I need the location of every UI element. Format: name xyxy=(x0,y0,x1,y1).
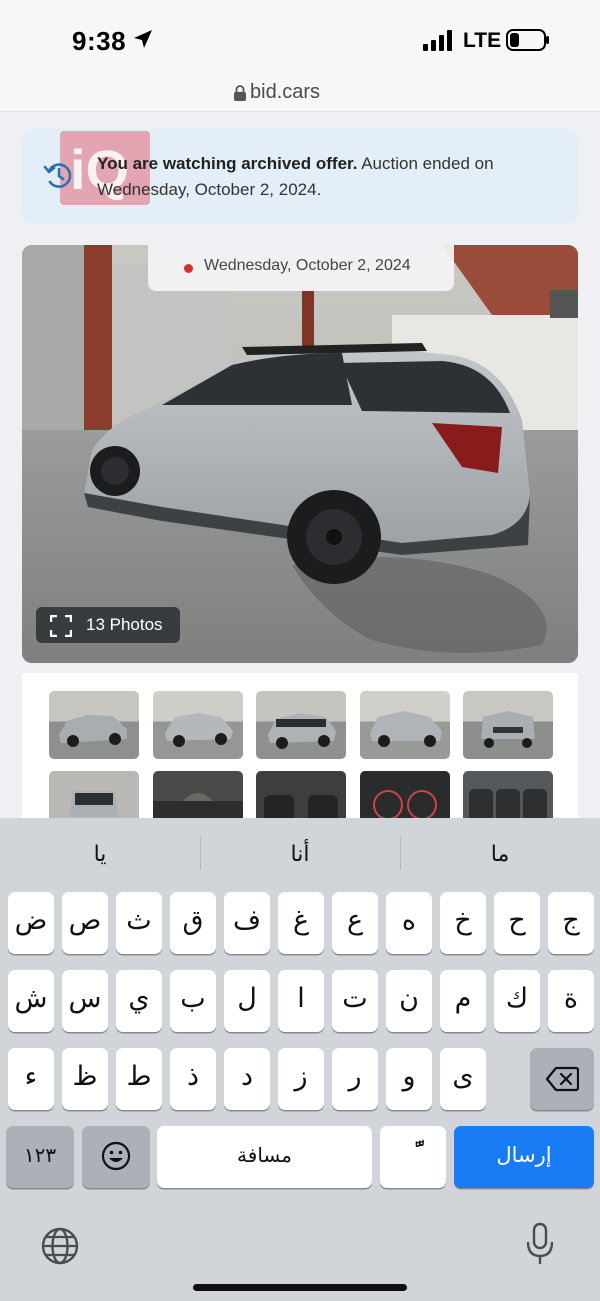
thumbnail-car xyxy=(481,711,535,748)
key[interactable]: ط xyxy=(116,1048,162,1110)
clock: 9:38 xyxy=(72,26,127,56)
thumbnail[interactable] xyxy=(256,691,346,759)
key[interactable]: ي xyxy=(116,970,162,1032)
suggestion-1[interactable]: يا xyxy=(0,842,200,867)
home-indicator[interactable] xyxy=(193,1284,407,1291)
key[interactable]: ق xyxy=(170,892,216,954)
key[interactable]: ش xyxy=(8,970,54,1032)
key[interactable]: ج xyxy=(548,892,594,954)
suggestion-3[interactable]: ما xyxy=(400,842,600,867)
thumbnail[interactable] xyxy=(463,691,553,759)
date-indicator-dot xyxy=(184,264,193,273)
backspace-key[interactable] xyxy=(530,1048,594,1110)
key[interactable]: غ xyxy=(278,892,324,954)
diacritic-key[interactable]: ًّ xyxy=(380,1126,446,1188)
key[interactable]: ك xyxy=(494,970,540,1032)
thumbnail-strip xyxy=(22,673,578,839)
key[interactable]: ظ xyxy=(62,1048,108,1110)
key[interactable]: و xyxy=(386,1048,432,1110)
thumbnail-car xyxy=(165,713,233,747)
status-bar: 9:38 LTE xyxy=(0,0,600,78)
key[interactable]: د xyxy=(224,1048,270,1110)
key[interactable]: س xyxy=(62,970,108,1032)
archived-notice: iQ You are watching archived offer. Auct… xyxy=(22,129,578,224)
key[interactable]: ن xyxy=(386,970,432,1032)
microphone-icon[interactable] xyxy=(525,1222,555,1266)
auction-date-chip: Wednesday, October 2, 2024 xyxy=(148,245,454,291)
photos-button[interactable]: 13 Photos xyxy=(36,607,180,643)
thumbnail-car xyxy=(370,711,442,747)
location-arrow-icon xyxy=(134,30,152,48)
key[interactable]: ت xyxy=(332,970,378,1032)
key[interactable]: ه xyxy=(386,892,432,954)
backspace-icon xyxy=(545,1066,580,1092)
key[interactable]: م xyxy=(440,970,486,1032)
key[interactable]: ا xyxy=(278,970,324,1032)
key[interactable]: ل xyxy=(224,970,270,1032)
space-key[interactable]: مسافة xyxy=(157,1126,372,1188)
globe-icon[interactable] xyxy=(40,1226,80,1266)
key[interactable]: ص xyxy=(62,892,108,954)
key[interactable]: ع xyxy=(332,892,378,954)
key[interactable]: ب xyxy=(170,970,216,1032)
key[interactable]: خ xyxy=(440,892,486,954)
key[interactable]: ض xyxy=(8,892,54,954)
thumbnail[interactable] xyxy=(360,691,450,759)
key[interactable]: ذ xyxy=(170,1048,216,1110)
auction-date: Wednesday, October 2, 2024 xyxy=(204,257,411,274)
history-icon xyxy=(43,163,72,188)
suggestion-bar: يا أنا ما xyxy=(0,818,600,890)
emoji-key[interactable] xyxy=(82,1126,150,1188)
signal-icon xyxy=(423,30,452,51)
send-key[interactable]: إرسال xyxy=(454,1126,594,1188)
suggestion-2[interactable]: أنا xyxy=(200,842,400,867)
emoji-icon xyxy=(101,1141,131,1171)
main-photo[interactable]: Wednesday, October 2, 2024 13 Photos xyxy=(22,245,578,663)
page-content: iQ You are watching archived offer. Auct… xyxy=(0,113,600,839)
key[interactable]: ى xyxy=(440,1048,486,1110)
thumbnail[interactable] xyxy=(153,691,243,759)
notice-bold: You are watching archived offer. xyxy=(97,154,358,173)
key[interactable]: ء xyxy=(8,1048,54,1110)
key[interactable]: ح xyxy=(494,892,540,954)
thumbnail-car xyxy=(59,715,127,747)
arabic-keyboard: يا أنا ما ض ص ث ق ف غ ع ه خ ح ج ش س ي ب … xyxy=(0,818,600,1301)
battery-icon xyxy=(506,29,549,51)
thumbnail-car xyxy=(268,713,336,749)
key[interactable]: ث xyxy=(116,892,162,954)
fullscreen-icon xyxy=(50,615,72,637)
vehicle-photo xyxy=(22,245,578,663)
numbers-key[interactable]: ١٢٣ xyxy=(6,1126,74,1188)
address-bar[interactable]: bid.cars xyxy=(0,78,600,112)
notice-message: You are watching archived offer. Auction… xyxy=(97,151,557,203)
photos-count: 13 Photos xyxy=(86,615,163,634)
key[interactable]: ز xyxy=(278,1048,324,1110)
network-type: LTE xyxy=(463,29,502,52)
thumbnail[interactable] xyxy=(49,691,139,759)
url-text[interactable]: bid.cars xyxy=(250,81,320,104)
key[interactable]: ف xyxy=(224,892,270,954)
key[interactable]: ة xyxy=(548,970,594,1032)
lock-icon xyxy=(234,85,246,101)
key[interactable]: ر xyxy=(332,1048,378,1110)
